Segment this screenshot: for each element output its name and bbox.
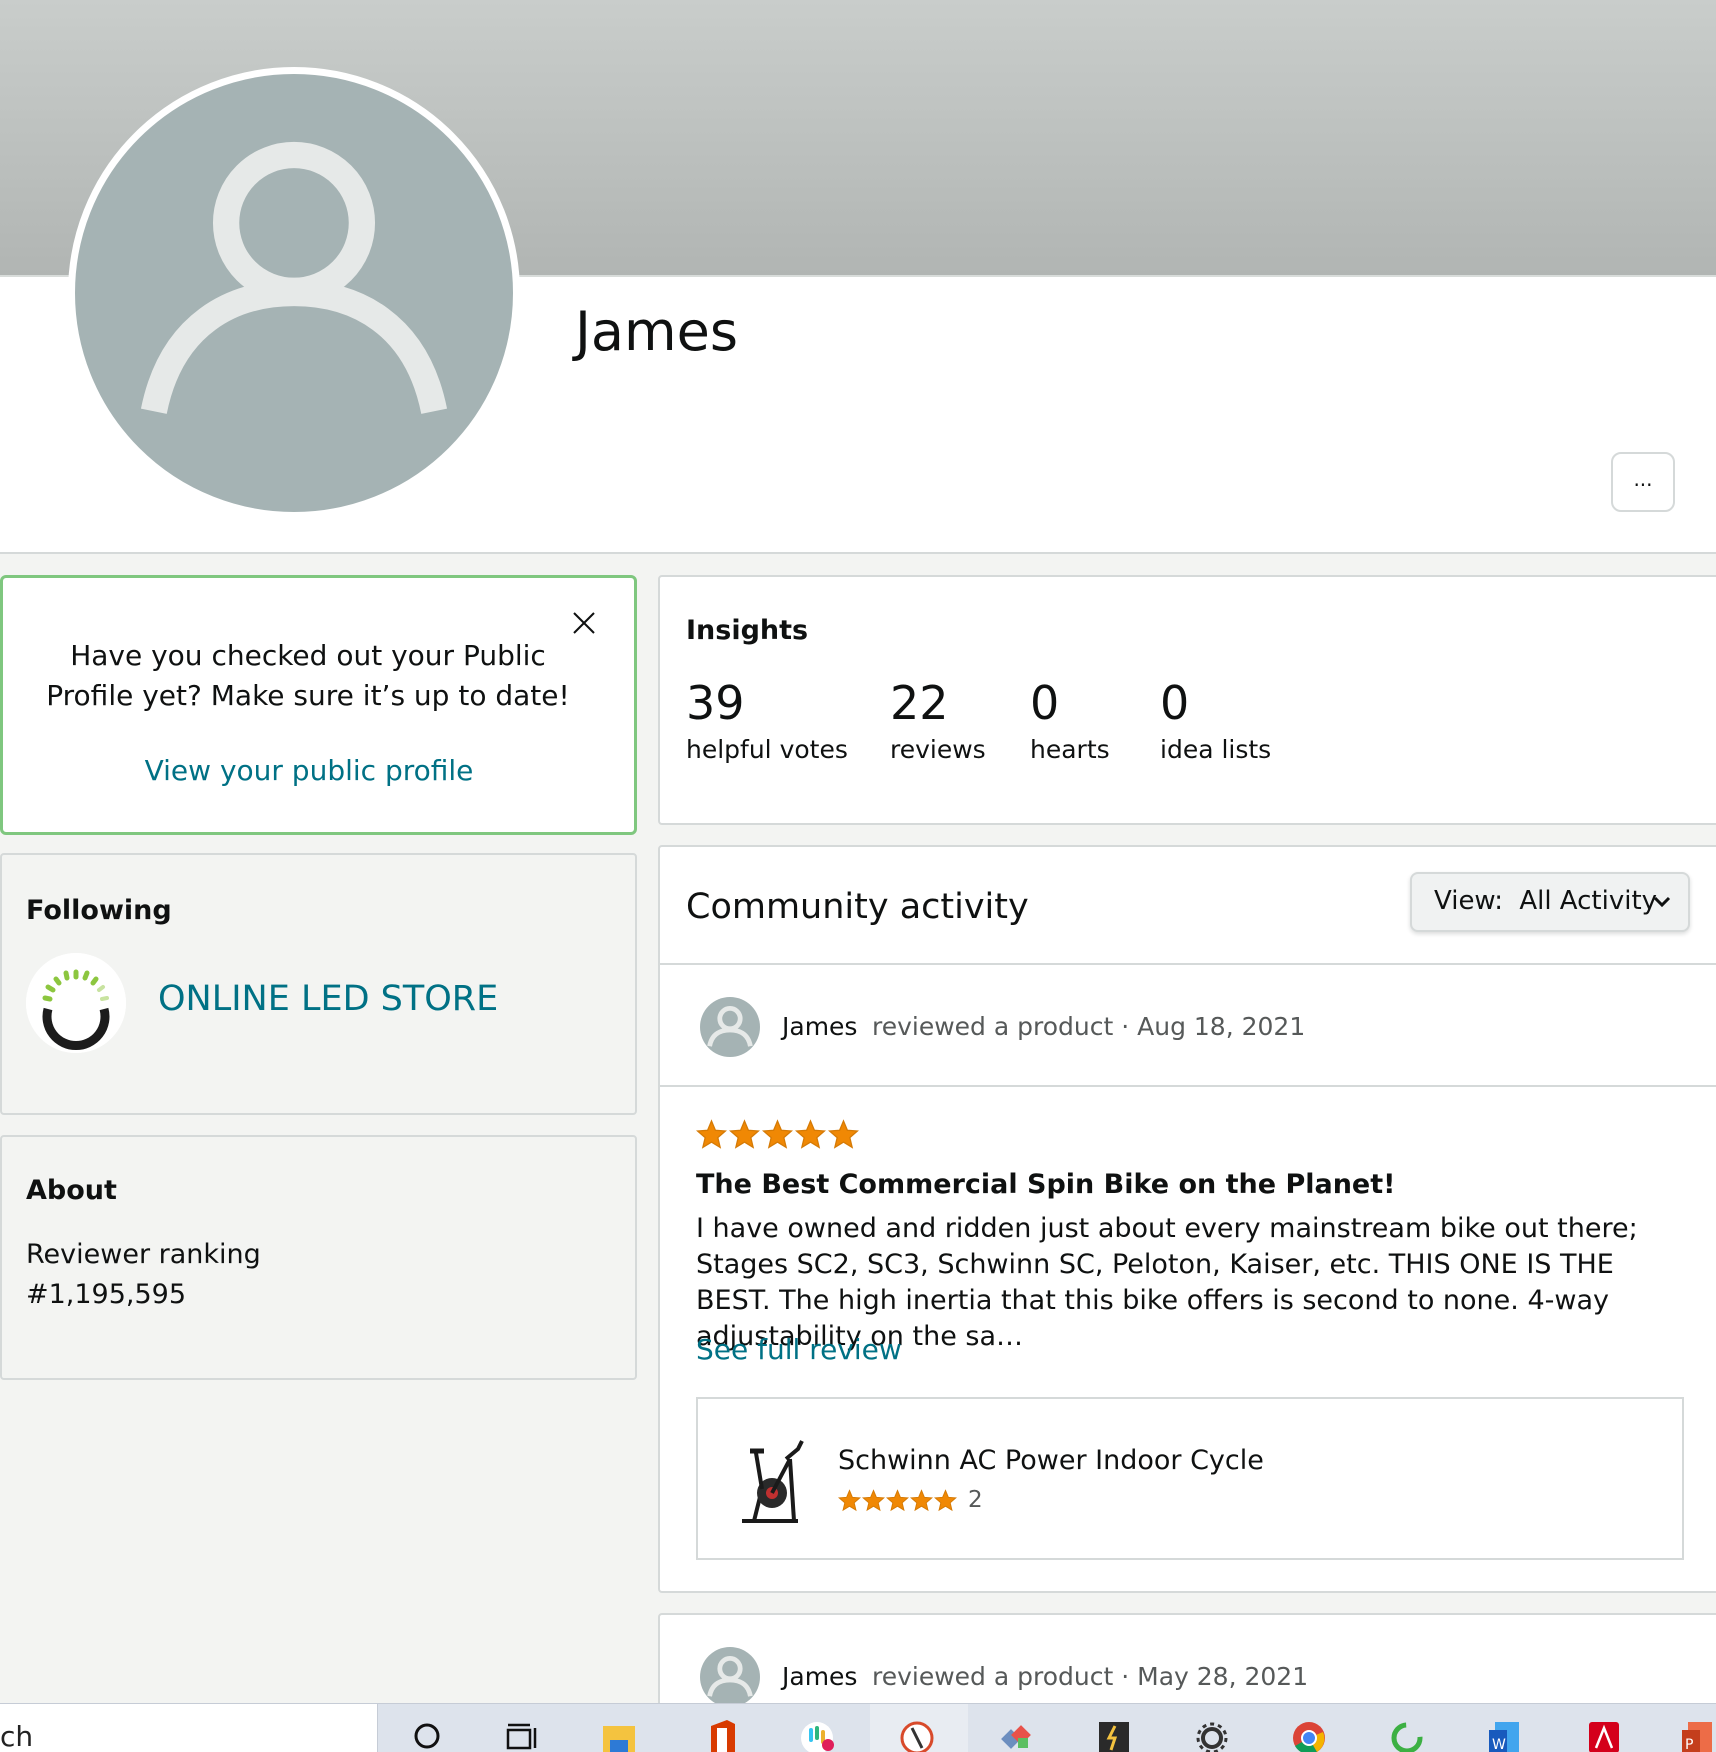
- view-label: View:: [1434, 886, 1504, 916]
- windows-taskbar: ch W P: [0, 1703, 1716, 1752]
- star-icon: [729, 1119, 760, 1149]
- insight-label: hearts: [1030, 735, 1110, 764]
- app-icon-2[interactable]: [1000, 1718, 1034, 1752]
- chrome-icon[interactable]: [1292, 1718, 1326, 1752]
- reviewer-ranking-value: #1,195,595: [26, 1279, 187, 1310]
- more-options-button[interactable]: ...: [1611, 452, 1675, 512]
- insights-section: Insights 39 helpful votes 22 reviews 0 h…: [658, 575, 1716, 825]
- reviewer-ranking: Reviewer ranking #1,195,595: [26, 1235, 261, 1315]
- view-public-profile-link[interactable]: View your public profile: [3, 754, 615, 787]
- product-name[interactable]: Schwinn AC Power Indoor Cycle: [838, 1445, 1264, 1476]
- user-silhouette-icon: [707, 1656, 753, 1697]
- search-icon[interactable]: [410, 1718, 444, 1752]
- review-title[interactable]: The Best Commercial Spin Bike on the Pla…: [696, 1169, 1395, 1200]
- reviewed-product-card[interactable]: Schwinn AC Power Indoor Cycle 2: [696, 1397, 1684, 1560]
- insight-reviews: 22 reviews: [890, 675, 986, 764]
- powerpoint-icon[interactable]: P: [1680, 1718, 1714, 1752]
- view-value: All Activity: [1519, 886, 1658, 916]
- product-rating: 2: [838, 1487, 983, 1513]
- product-rating-count[interactable]: 2: [968, 1487, 983, 1513]
- section-divider: [660, 963, 1716, 965]
- task-view-icon[interactable]: [505, 1718, 539, 1752]
- insight-idea-lists: 0 idea lists: [1160, 675, 1271, 764]
- store-logo-icon: [26, 953, 126, 1053]
- star-icon: [762, 1119, 793, 1149]
- insight-value: 22: [890, 676, 949, 730]
- profile-avatar: [68, 67, 520, 519]
- activity-user-avatar[interactable]: [700, 997, 760, 1057]
- about-section: About Reviewer ranking #1,195,595: [0, 1135, 637, 1380]
- settings-icon[interactable]: [1195, 1718, 1229, 1752]
- activity-meta: reviewed a product · Aug 18, 2021: [872, 1012, 1306, 1041]
- file-explorer-icon[interactable]: [602, 1718, 636, 1752]
- star-icon: [828, 1119, 859, 1149]
- star-icon: [886, 1488, 909, 1511]
- product-image: [742, 1440, 804, 1523]
- review-star-rating: [696, 1119, 859, 1150]
- word-icon[interactable]: W: [1487, 1718, 1521, 1752]
- star-icon: [696, 1119, 727, 1149]
- insight-label: idea lists: [1160, 735, 1272, 764]
- app-icon[interactable]: [900, 1718, 934, 1752]
- close-icon[interactable]: [571, 610, 597, 636]
- activity-meta: reviewed a product · May 28, 2021: [872, 1662, 1309, 1691]
- activity-view-dropdown[interactable]: View: All Activity: [1410, 872, 1690, 932]
- store-logo[interactable]: [26, 953, 126, 1053]
- activity-user-avatar[interactable]: [700, 1647, 760, 1707]
- insight-hearts: 0 hearts: [1030, 675, 1110, 764]
- activity-divider: [660, 1085, 1716, 1087]
- star-icon: [910, 1488, 933, 1511]
- community-activity-title: Community activity: [686, 887, 1029, 927]
- profile-name: James: [575, 300, 738, 363]
- community-activity-section: Community activity View: All Activity Ja…: [658, 845, 1716, 1593]
- office-icon[interactable]: [705, 1718, 739, 1752]
- profile-page: James ... Have you checked out your Publ…: [0, 0, 1716, 1752]
- following-store-link[interactable]: ONLINE LED STORE: [158, 979, 498, 1019]
- user-silhouette-icon: [140, 141, 448, 415]
- user-silhouette-icon: [707, 1006, 753, 1047]
- app-icon-4[interactable]: [1390, 1718, 1424, 1752]
- activity-user-name[interactable]: James: [782, 1662, 857, 1691]
- app-icon-3[interactable]: [1097, 1718, 1131, 1752]
- reviewer-ranking-label: Reviewer ranking: [26, 1239, 261, 1270]
- about-title: About: [26, 1175, 117, 1206]
- svg-text:P: P: [1685, 1737, 1693, 1752]
- see-full-review-link[interactable]: See full review: [696, 1333, 902, 1366]
- star-icon: [795, 1119, 826, 1149]
- insight-value: 0: [1030, 676, 1060, 730]
- taskbar-search-text: ch: [0, 1720, 34, 1752]
- insight-value: 39: [686, 676, 745, 730]
- promo-text: Have you checked out your Public Profile…: [46, 639, 570, 712]
- slack-icon[interactable]: [800, 1718, 834, 1752]
- insights-title: Insights: [686, 615, 809, 646]
- star-icon: [862, 1488, 885, 1511]
- taskbar-search-box[interactable]: ch: [0, 1704, 378, 1752]
- insight-label: reviews: [890, 735, 986, 764]
- following-title: Following: [26, 895, 172, 926]
- chevron-down-icon: [1653, 896, 1671, 908]
- star-icon: [838, 1488, 861, 1511]
- insight-helpful-votes: 39 helpful votes: [686, 675, 848, 764]
- public-profile-promo: Have you checked out your Public Profile…: [0, 575, 637, 835]
- svg-text:W: W: [1492, 1737, 1506, 1752]
- insight-label: helpful votes: [686, 735, 848, 764]
- insight-value: 0: [1160, 676, 1190, 730]
- acrobat-icon[interactable]: [1587, 1718, 1621, 1752]
- activity-user-name[interactable]: James: [782, 1012, 857, 1041]
- star-icon: [934, 1488, 957, 1511]
- following-section: Following ONLINE LED STORE: [0, 853, 637, 1115]
